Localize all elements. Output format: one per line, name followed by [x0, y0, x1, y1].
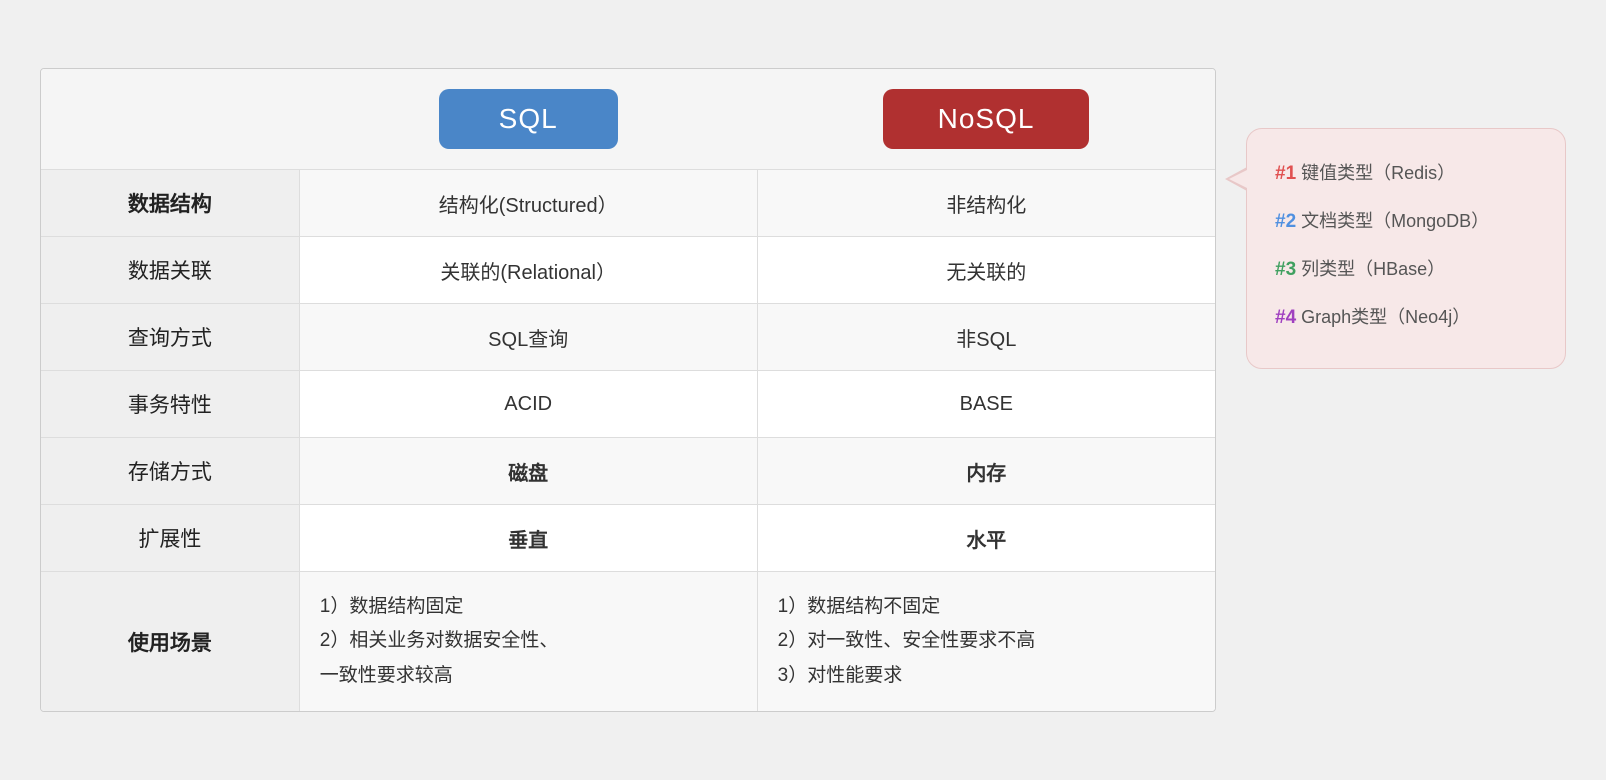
table-header-row: SQL NoSQL	[41, 69, 1215, 170]
row-nosql-value: 1）数据结构不固定2）对一致性、安全性要求不高3）对性能要求	[757, 572, 1215, 711]
callout-item-text: 键值类型（Redis）	[1296, 163, 1455, 183]
row-nosql-value: 无关联的	[757, 237, 1215, 304]
table-row: 查询方式SQL查询非SQL	[41, 304, 1215, 371]
row-label: 使用场景	[41, 572, 299, 711]
row-sql-value: 垂直	[299, 505, 757, 572]
comparison-table-wrapper: SQL NoSQL 数据结构结构化(Structured）非结构化数据关联关联的…	[40, 68, 1216, 712]
callout-wrapper: #1 键值类型（Redis） #2 文档类型（MongoDB） #3 列类型（HBa…	[1246, 128, 1566, 369]
row-label: 数据结构	[41, 170, 299, 237]
table-row: 使用场景1）数据结构固定2）相关业务对数据安全性、一致性要求较高1）数据结构不固…	[41, 572, 1215, 711]
row-sql-value: 磁盘	[299, 438, 757, 505]
callout-item: #2 文档类型（MongoDB）	[1275, 201, 1537, 243]
callout-item-text: 文档类型（MongoDB）	[1296, 211, 1489, 231]
table-row: 数据关联关联的(Relational）无关联的	[41, 237, 1215, 304]
row-nosql-value: BASE	[757, 371, 1215, 438]
callout-items: #1 键值类型（Redis） #2 文档类型（MongoDB） #3 列类型（HBa…	[1275, 153, 1537, 338]
header-nosql-cell: NoSQL	[757, 69, 1215, 170]
callout-item-number: #1	[1275, 163, 1296, 184]
callout-item: #1 键值类型（Redis）	[1275, 153, 1537, 195]
table-row: 存储方式磁盘内存	[41, 438, 1215, 505]
callout-item-text: 列类型（HBase）	[1296, 259, 1445, 279]
row-label: 扩展性	[41, 505, 299, 572]
row-sql-value: ACID	[299, 371, 757, 438]
callout-item-number: #4	[1275, 307, 1296, 328]
row-nosql-value: 水平	[757, 505, 1215, 572]
callout-item-number: #2	[1275, 211, 1296, 232]
callout-item: #3 列类型（HBase）	[1275, 249, 1537, 291]
table-row: 事务特性ACIDBASE	[41, 371, 1215, 438]
row-nosql-value: 非结构化	[757, 170, 1215, 237]
row-nosql-value: 非SQL	[757, 304, 1215, 371]
main-container: SQL NoSQL 数据结构结构化(Structured）非结构化数据关联关联的…	[0, 38, 1606, 742]
sql-badge: SQL	[439, 89, 618, 149]
header-sql-cell: SQL	[299, 69, 757, 170]
table-row: 数据结构结构化(Structured）非结构化	[41, 170, 1215, 237]
callout-box: #1 键值类型（Redis） #2 文档类型（MongoDB） #3 列类型（HBa…	[1246, 128, 1566, 369]
callout-item-number: #3	[1275, 259, 1296, 280]
row-sql-value: SQL查询	[299, 304, 757, 371]
callout-item-text: Graph类型（Neo4j）	[1296, 307, 1470, 327]
nosql-badge: NoSQL	[883, 89, 1090, 149]
comparison-table: SQL NoSQL 数据结构结构化(Structured）非结构化数据关联关联的…	[41, 69, 1215, 711]
callout-item: #4 Graph类型（Neo4j）	[1275, 297, 1537, 339]
row-sql-value: 1）数据结构固定2）相关业务对数据安全性、一致性要求较高	[299, 572, 757, 711]
row-label: 存储方式	[41, 438, 299, 505]
row-label: 事务特性	[41, 371, 299, 438]
table-body: 数据结构结构化(Structured）非结构化数据关联关联的(Relationa…	[41, 170, 1215, 711]
row-nosql-value: 内存	[757, 438, 1215, 505]
table-row: 扩展性垂直水平	[41, 505, 1215, 572]
row-label: 数据关联	[41, 237, 299, 304]
header-empty-cell	[41, 69, 299, 170]
row-sql-value: 关联的(Relational）	[299, 237, 757, 304]
row-sql-value: 结构化(Structured）	[299, 170, 757, 237]
row-label: 查询方式	[41, 304, 299, 371]
